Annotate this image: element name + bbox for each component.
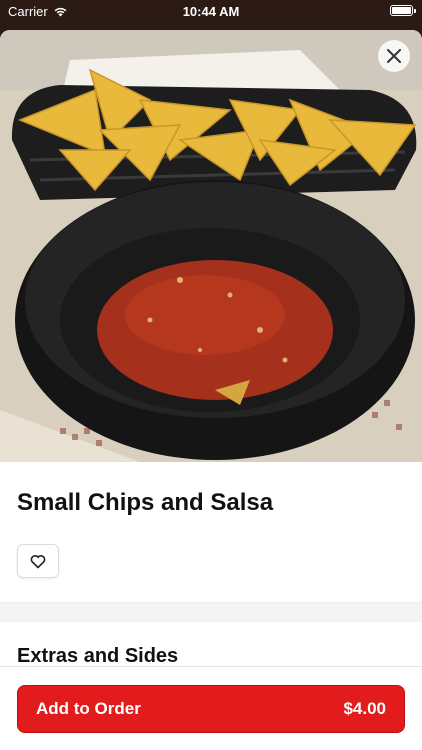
chips-and-salsa-illustration — [0, 30, 422, 462]
add-to-order-label: Add to Order — [36, 699, 141, 718]
item-title: Small Chips and Salsa — [17, 489, 274, 516]
favorite-button[interactable] — [17, 544, 59, 578]
section-divider — [0, 602, 422, 622]
item-detail-sheet: Small Chips and Salsa Extras and Sides A… — [0, 30, 422, 750]
heart-outline-icon — [30, 554, 46, 568]
extras-section-title: Extras and Sides — [17, 645, 179, 667]
status-bar: Carrier 10:44 AM — [0, 0, 422, 22]
bottom-action-bar: Add to Order $4.00 — [0, 666, 422, 750]
add-to-order-button[interactable]: Add to Order $4.00 — [17, 685, 405, 733]
close-button[interactable] — [378, 40, 410, 72]
status-time: 10:44 AM — [182, 4, 240, 19]
close-icon — [387, 49, 401, 63]
battery-icon — [390, 5, 416, 16]
battery-level — [392, 7, 411, 14]
item-photo — [0, 30, 422, 462]
order-price: $4.00 — [343, 699, 386, 718]
